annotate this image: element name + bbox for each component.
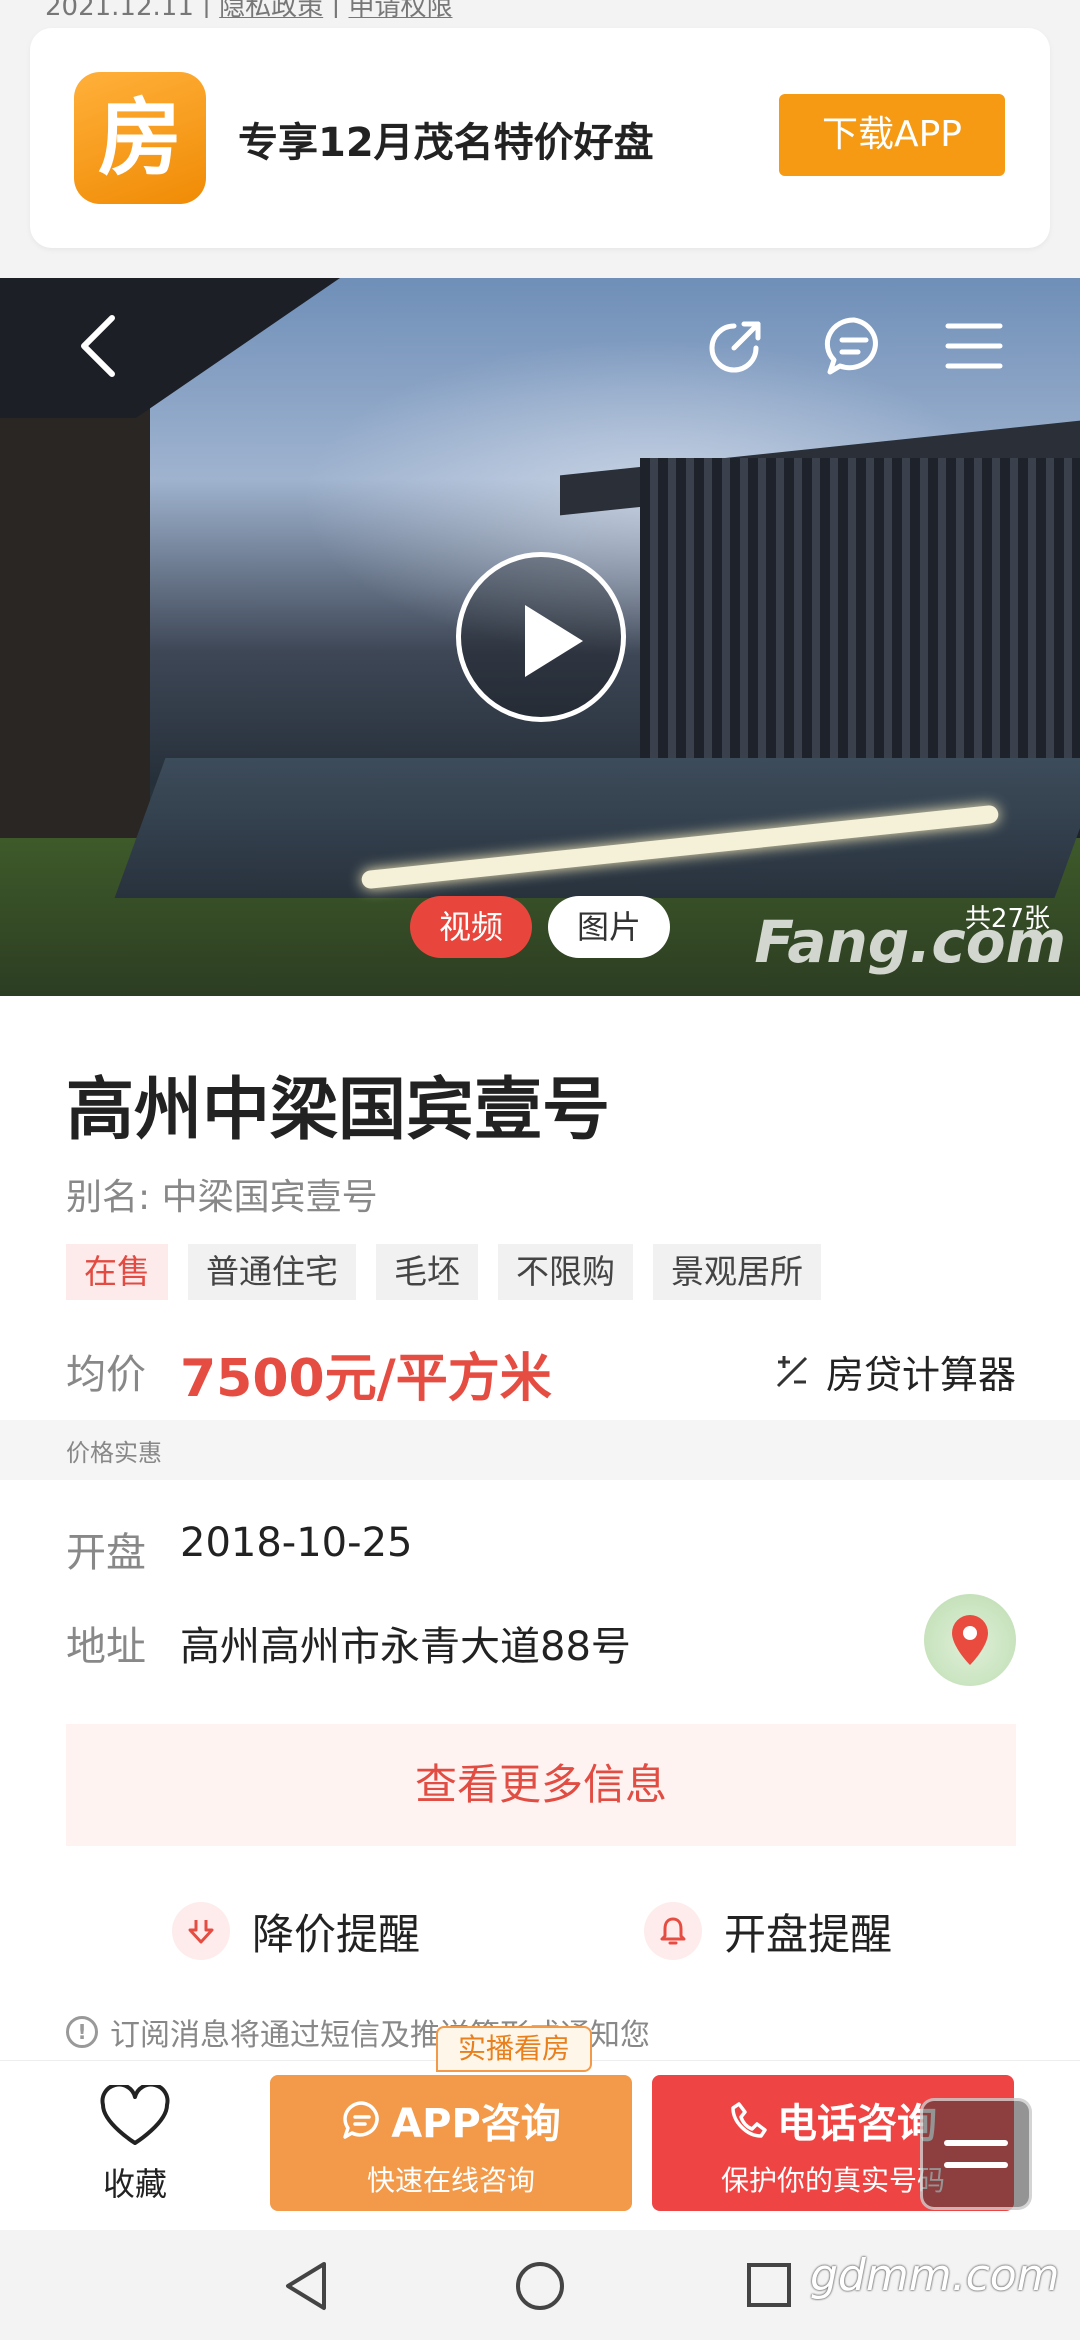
price-drop-reminder[interactable]: 降价提醒 (172, 1896, 420, 1966)
tag-purchase-limit: 不限购 (498, 1244, 633, 1300)
top-strip-text: 2021.12.11 | 隐私政策 | 申请权限 (45, 0, 453, 18)
tag-on-sale: 在售 (66, 1244, 168, 1300)
hero-media[interactable]: 视频 图片 Fang.com 共27张 (0, 278, 1080, 996)
privacy-link[interactable]: 隐私政策 (219, 0, 323, 18)
hero-roof (0, 278, 340, 418)
menu-icon[interactable] (942, 314, 1006, 378)
tag-residence-type: 普通住宅 (188, 1244, 356, 1300)
mortgage-calculator-link[interactable]: 房贷计算器 (774, 1344, 1016, 1399)
price-note: 价格实惠 (66, 1439, 162, 1467)
alias-value: 中梁国宾壹号 (161, 1177, 378, 1218)
map-pin-icon[interactable] (924, 1594, 1016, 1686)
menu-line (944, 2140, 1008, 2146)
share-icon[interactable] (704, 314, 768, 378)
floating-menu-button[interactable] (920, 2098, 1032, 2210)
nav-back-icon[interactable] (282, 2260, 330, 2312)
arrow-down-icon (172, 1902, 230, 1960)
top-strip: 2021.12.11 | 隐私政策 | 申请权限 (0, 0, 1080, 18)
opening-label: 开盘 (66, 1530, 146, 1576)
app-consult-title: APP咨询 (391, 2101, 561, 2147)
opening-date: 2018-10-25 (180, 1520, 413, 1566)
app-consult-button[interactable]: APP咨询 快速在线咨询 (270, 2075, 632, 2211)
fang-app-logo: 房 (74, 72, 206, 204)
favorite-label: 收藏 (102, 2165, 167, 2203)
tag-decoration: 毛坯 (376, 1244, 478, 1300)
app-download-banner: 房 专享12月茂名特价好盘 下载APP (30, 28, 1050, 248)
top-date: 2021.12.11 (45, 0, 194, 18)
favorite-button[interactable]: 收藏 (80, 2082, 190, 2205)
property-details: 高州中梁国宾壹号 别名: 中梁国宾壹号 在售 普通住宅 毛坯 不限购 景观居所 … (0, 996, 1080, 2060)
nav-home-icon[interactable] (514, 2260, 566, 2312)
phone-consult-title: 电话咨询 (777, 2101, 937, 2147)
price-row: 均价 7500元/平方米 房贷计算器 (66, 1336, 1016, 1409)
app-consult-subtitle: 快速在线咨询 (366, 2164, 535, 2197)
menu-line (944, 2162, 1008, 2168)
price-drop-label: 降价提醒 (252, 1909, 421, 1959)
photo-count: 共27张 (964, 904, 1050, 934)
property-tags: 在售 普通住宅 毛坯 不限购 景观居所 (66, 1244, 821, 1300)
system-navigation-bar: gdmm.com (0, 2230, 1080, 2340)
phone-icon (731, 2102, 767, 2138)
property-title: 高州中梁国宾壹号 (66, 1071, 611, 1150)
price-note-strip: 价格实惠 (0, 1420, 1080, 1480)
tag-landscape: 景观居所 (653, 1244, 821, 1300)
live-tour-badge[interactable]: 实播看房 (436, 2026, 592, 2072)
opening-row: 开盘 2018-10-25 (66, 1514, 1016, 1584)
address-value: 高州高州市永青大道88号 (180, 1624, 631, 1670)
bottom-action-bar: 收藏 APP咨询 快速在线咨询 电话咨询 保护你的真实号码 (0, 2060, 1080, 2230)
opening-reminder-label: 开盘提醒 (724, 1909, 893, 1959)
calculator-label: 房贷计算器 (825, 1353, 1016, 1397)
bell-icon (644, 1902, 702, 1960)
app-slogan: 专享12月茂名特价好盘 (238, 120, 654, 166)
tab-video[interactable]: 视频 (410, 896, 532, 958)
tab-photos[interactable]: 图片 (548, 896, 670, 958)
back-icon[interactable] (66, 314, 130, 378)
address-label: 地址 (66, 1624, 146, 1670)
site-watermark: gdmm.com (810, 2250, 1060, 2301)
calculator-icon (776, 1355, 808, 1387)
opening-reminder[interactable]: 开盘提醒 (644, 1896, 892, 1966)
chat-icon[interactable] (822, 314, 886, 378)
price-value: 7500元/平方米 (180, 1349, 552, 1409)
address-row: 地址 高州高州市永青大道88号 (66, 1594, 1016, 1686)
info-icon: ! (66, 2016, 98, 2048)
more-info-button[interactable]: 查看更多信息 (66, 1724, 1016, 1846)
price-label: 均价 (66, 1352, 146, 1398)
property-alias: 别名: 中梁国宾壹号 (66, 1168, 378, 1220)
chat-bubble-icon (343, 2101, 379, 2139)
nav-recent-icon[interactable] (746, 2262, 792, 2308)
heart-icon (100, 2082, 170, 2145)
play-icon[interactable] (456, 552, 626, 722)
permission-link[interactable]: 申请权限 (348, 0, 452, 18)
download-app-button[interactable]: 下载APP (779, 94, 1005, 176)
alias-label: 别名: (66, 1177, 151, 1218)
